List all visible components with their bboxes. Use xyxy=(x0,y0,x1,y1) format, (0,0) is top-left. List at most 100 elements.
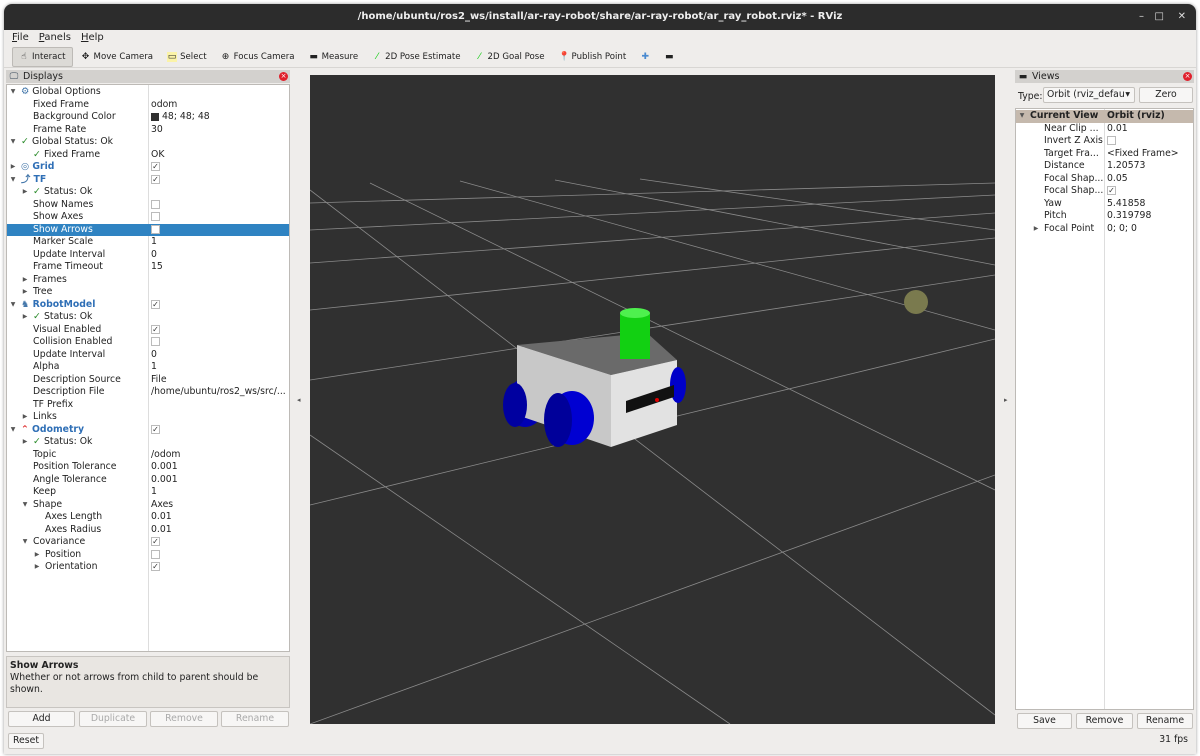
collapse-arrow-icon[interactable]: ▼ xyxy=(9,424,17,437)
property-row[interactable]: Update Interval 0 xyxy=(7,249,289,262)
property-row[interactable]: TF Prefix xyxy=(7,399,289,412)
property-row[interactable]: Position Tolerance 0.001 xyxy=(7,461,289,474)
expand-arrow-icon[interactable]: ▶ xyxy=(1032,223,1040,236)
property-row[interactable]: ▶ Orientation ✓ xyxy=(7,561,289,574)
property-row[interactable]: ▼ ✓ Global Status: Ok xyxy=(7,136,289,149)
property-value[interactable]: /odom xyxy=(151,449,180,462)
expand-arrow-icon[interactable]: ▶ xyxy=(21,411,29,424)
property-row[interactable]: ▼ ⚙ Global Options xyxy=(7,86,289,99)
collapse-arrow-icon[interactable]: ▼ xyxy=(9,299,17,312)
property-value[interactable] xyxy=(151,199,160,212)
property-row[interactable]: Near Clip ... 0.01 xyxy=(1016,123,1193,136)
property-value[interactable]: ✓ xyxy=(151,174,160,187)
expand-arrow-icon[interactable]: ▶ xyxy=(33,549,41,562)
property-row[interactable]: Invert Z Axis xyxy=(1016,135,1193,148)
property-value[interactable]: 0.001 xyxy=(151,474,178,487)
property-value[interactable] xyxy=(151,549,160,562)
displays-tree[interactable]: ▼ ⚙ Global Options Fixed Frame odom Backgrou… xyxy=(6,84,290,652)
collapse-left-icon[interactable]: ◂ xyxy=(297,396,301,404)
property-row[interactable]: ▶ ✓ Status: Ok xyxy=(7,186,289,199)
tool-2d-pose-estimate-button[interactable]: ⁄ 2D Pose Estimate xyxy=(366,47,466,67)
property-value[interactable]: ✓ xyxy=(151,299,160,312)
checkbox[interactable] xyxy=(151,212,160,221)
checkbox[interactable]: ✓ xyxy=(151,537,160,546)
tool-2d-goal-pose-button[interactable]: ⁄ 2D Goal Pose xyxy=(469,47,551,67)
expand-arrow-icon[interactable]: ▶ xyxy=(9,161,17,174)
property-value[interactable]: 0.05 xyxy=(1107,173,1128,186)
property-row[interactable]: Update Interval 0 xyxy=(7,349,289,362)
property-row[interactable]: Visual Enabled ✓ xyxy=(7,324,289,337)
property-row[interactable]: ▶ Links xyxy=(7,411,289,424)
scene[interactable] xyxy=(309,75,996,725)
property-row[interactable]: ▼ ♞ RobotModel ✓ xyxy=(7,299,289,312)
property-row[interactable]: ▶ ✓ Status: Ok xyxy=(7,436,289,449)
tool-plus-button[interactable]: ✚ xyxy=(634,47,656,67)
property-value[interactable]: 5.41858 xyxy=(1107,198,1145,211)
property-row[interactable]: Description File/home/ubuntu/ros2_ws/src… xyxy=(7,386,289,399)
property-row[interactable]: Alpha 1 xyxy=(7,361,289,374)
menu-file[interactable]: File xyxy=(12,30,29,45)
property-row[interactable]: ▼ Shape Axes xyxy=(7,499,289,512)
view-type-select[interactable]: Orbit (rviz_defau ▼ xyxy=(1043,87,1135,103)
close-panel-icon[interactable]: × xyxy=(1183,72,1192,81)
property-row[interactable]: Angle Tolerance 0.001 xyxy=(7,474,289,487)
property-row[interactable]: ▶ ◎ Grid ✓ xyxy=(7,161,289,174)
checkbox[interactable] xyxy=(1107,136,1116,145)
close-button[interactable]: ✕ xyxy=(1178,4,1186,30)
minimize-button[interactable]: – xyxy=(1139,4,1144,30)
property-value[interactable]: <Fixed Frame> xyxy=(1107,148,1179,161)
duplicate-button[interactable]: Duplicate xyxy=(79,711,147,727)
property-value[interactable]: 0 xyxy=(151,349,157,362)
maximize-button[interactable]: □ xyxy=(1155,4,1164,30)
property-row[interactable]: Fixed Frame odom xyxy=(7,99,289,112)
property-value[interactable]: ✓ xyxy=(1107,185,1116,198)
property-row[interactable]: Marker Scale 1 xyxy=(7,236,289,249)
checkbox[interactable] xyxy=(151,199,160,209)
checkbox[interactable]: ✓ xyxy=(151,174,160,184)
property-row[interactable]: Show Arrows xyxy=(7,223,289,236)
property-row[interactable]: ▶ Frames xyxy=(7,274,289,287)
property-row[interactable]: Description Source File xyxy=(7,374,289,387)
expand-arrow-icon[interactable]: ▶ xyxy=(21,436,29,449)
property-row[interactable]: ▼ Covariance ✓ xyxy=(7,536,289,549)
checkbox[interactable] xyxy=(151,549,160,559)
property-row[interactable]: Frame Rate 30 xyxy=(7,124,289,137)
property-value[interactable]: 0.001 xyxy=(151,461,178,474)
property-value[interactable]: 0.01 xyxy=(151,511,172,524)
property-value[interactable]: 0.01 xyxy=(1107,123,1128,136)
collapse-arrow-icon[interactable]: ▼ xyxy=(9,86,17,99)
rename-view-button[interactable]: Rename xyxy=(1137,713,1193,729)
property-value[interactable]: Axes xyxy=(151,499,173,512)
property-value[interactable]: 0; 0; 0 xyxy=(1107,223,1137,236)
property-value[interactable]: ✓ xyxy=(151,536,160,549)
property-row[interactable]: ✓ Fixed Frame OK xyxy=(7,149,289,162)
property-value[interactable]: 0.01 xyxy=(151,524,172,537)
rename-display-button[interactable]: Rename xyxy=(221,711,289,727)
tool-interact-button[interactable]: ☝ Interact xyxy=(12,46,73,67)
property-value[interactable]: ✓ xyxy=(151,424,160,437)
property-value[interactable]: 1.20573 xyxy=(1107,160,1145,173)
checkbox[interactable]: ✓ xyxy=(1107,186,1116,195)
property-row[interactable]: ▶ Focal Point 0; 0; 0 xyxy=(1016,223,1193,236)
tool-select-button[interactable]: ▭ Select xyxy=(161,47,213,67)
checkbox[interactable]: ✓ xyxy=(151,324,160,334)
property-row[interactable]: Pitch 0.319798 xyxy=(1016,210,1193,223)
property-row[interactable]: ▶ Position xyxy=(7,549,289,562)
close-panel-icon[interactable]: × xyxy=(279,72,288,81)
checkbox[interactable]: ✓ xyxy=(151,424,160,434)
property-value[interactable]: 48; 48; 48 xyxy=(151,111,210,124)
property-value[interactable] xyxy=(151,336,160,349)
property-value[interactable]: ✓ xyxy=(151,161,160,174)
property-value[interactable]: 0.319798 xyxy=(1107,210,1151,223)
property-row[interactable]: Frame Timeout 15 xyxy=(7,261,289,274)
property-value[interactable]: File xyxy=(151,374,167,387)
property-row[interactable]: Focal Shap... 0.05 xyxy=(1016,173,1193,186)
collapse-arrow-icon[interactable]: ▼ xyxy=(9,136,17,149)
tool-focus-camera-button[interactable]: ⊕ Focus Camera xyxy=(215,47,301,67)
tool-minus-button[interactable]: ▬ xyxy=(658,47,680,67)
property-value[interactable]: 1 xyxy=(151,361,157,374)
property-value[interactable]: /home/ubuntu/ros2_ws/src/... xyxy=(151,386,286,399)
property-value[interactable] xyxy=(1107,135,1116,148)
property-row[interactable]: Collision Enabled xyxy=(7,336,289,349)
property-row[interactable]: Target Fra... <Fixed Frame> xyxy=(1016,148,1193,161)
